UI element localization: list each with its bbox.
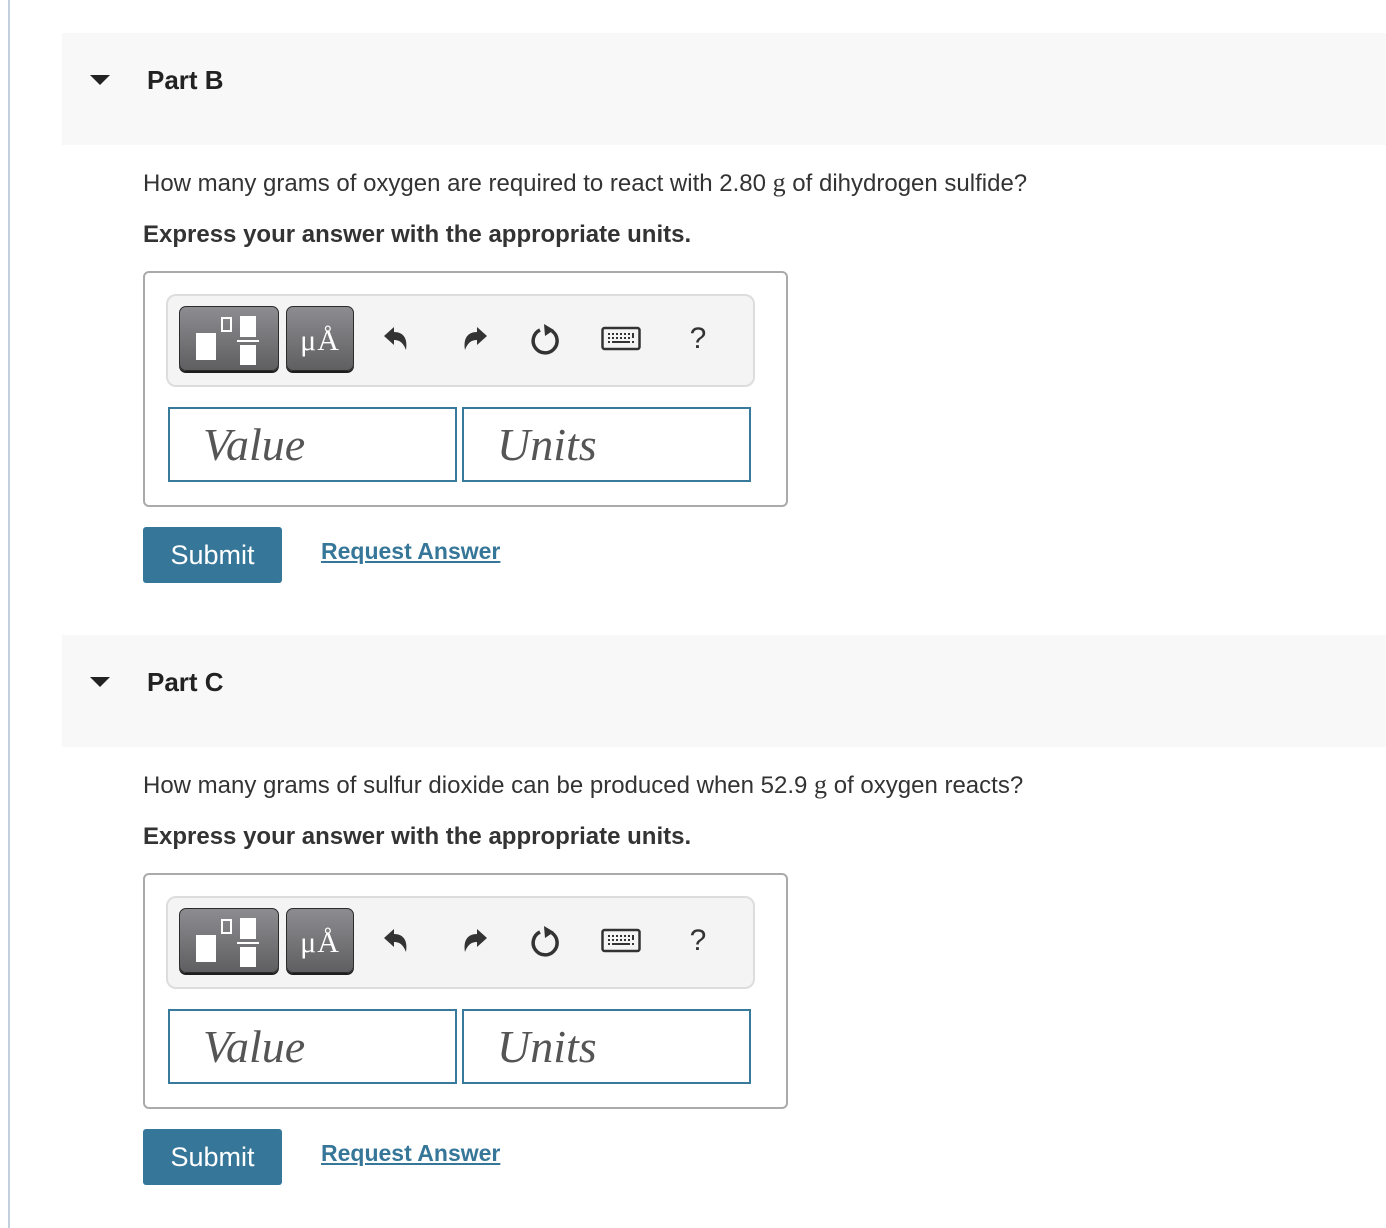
redo-button[interactable]: [449, 916, 499, 966]
keyboard-icon: [601, 326, 641, 351]
math-toolbar: μÅ ?: [166, 294, 755, 387]
templates-button[interactable]: [179, 306, 279, 371]
part-title: Part B: [147, 65, 224, 95]
part-c-header[interactable]: Part C: [62, 635, 1386, 747]
units-placeholder: Units: [497, 419, 597, 470]
value-input[interactable]: Value: [168, 1009, 457, 1084]
keyboard-icon: [601, 928, 641, 953]
value-placeholder: Value: [203, 1021, 306, 1072]
keyboard-button[interactable]: [596, 314, 646, 364]
keyboard-button[interactable]: [596, 916, 646, 966]
units-symbol-label: μÅ: [300, 324, 340, 357]
redo-button[interactable]: [449, 314, 499, 364]
question-text-before: How many grams of sulfur dioxide can be …: [143, 772, 815, 799]
part-b-header[interactable]: Part B: [62, 33, 1386, 145]
reset-icon: [531, 324, 559, 355]
redo-icon: [464, 929, 487, 952]
answer-box: μÅ ? Value Units: [143, 873, 788, 1109]
submit-button[interactable]: Submit: [143, 527, 282, 583]
question-unit: g: [814, 770, 828, 799]
request-answer-link[interactable]: Request Answer: [321, 538, 500, 565]
instruction-text: Express your answer with the appropriate…: [143, 823, 692, 850]
value-input[interactable]: Value: [168, 407, 457, 482]
undo-button[interactable]: [372, 314, 422, 364]
question-text-before: How many grams of oxygen are required to…: [143, 170, 773, 197]
reset-button[interactable]: [521, 916, 571, 966]
units-input[interactable]: Units: [462, 407, 751, 482]
fraction-template-icon: [196, 316, 259, 365]
left-border-rule: [8, 0, 10, 1228]
request-answer-link[interactable]: Request Answer: [321, 1140, 500, 1167]
part-title: Part C: [147, 667, 224, 697]
help-icon: ?: [689, 924, 707, 957]
caret-down-icon[interactable]: [90, 677, 110, 687]
undo-icon: [384, 929, 407, 952]
math-toolbar: μÅ ?: [166, 896, 755, 989]
submit-button[interactable]: Submit: [143, 1129, 282, 1185]
caret-down-icon[interactable]: [90, 75, 110, 85]
question-text: How many grams of sulfur dioxide can be …: [143, 770, 1023, 800]
fraction-template-icon: [196, 918, 259, 967]
part-c-section: Part C How many grams of sulfur dioxide …: [62, 635, 1386, 1185]
help-button[interactable]: ?: [673, 314, 723, 364]
help-icon: ?: [689, 322, 707, 355]
redo-icon: [464, 327, 487, 350]
value-placeholder: Value: [203, 419, 306, 470]
answer-box: μÅ ? Value Units: [143, 271, 788, 507]
undo-icon: [384, 327, 407, 350]
units-symbol-label: μÅ: [300, 926, 340, 959]
part-b-section: Part B How many grams of oxygen are requ…: [62, 33, 1386, 583]
units-button[interactable]: μÅ: [286, 306, 354, 371]
question-text-after: of dihydrogen sulfide?: [785, 170, 1028, 197]
units-button[interactable]: μÅ: [286, 908, 354, 973]
instruction-text: Express your answer with the appropriate…: [143, 221, 692, 248]
templates-button[interactable]: [179, 908, 279, 973]
help-button[interactable]: ?: [673, 916, 723, 966]
question-unit: g: [772, 168, 786, 197]
units-placeholder: Units: [497, 1021, 597, 1072]
reset-icon: [531, 926, 559, 957]
undo-button[interactable]: [372, 916, 422, 966]
question-text: How many grams of oxygen are required to…: [143, 168, 1027, 198]
units-input[interactable]: Units: [462, 1009, 751, 1084]
question-text-after: of oxygen reacts?: [827, 772, 1024, 799]
reset-button[interactable]: [521, 314, 571, 364]
